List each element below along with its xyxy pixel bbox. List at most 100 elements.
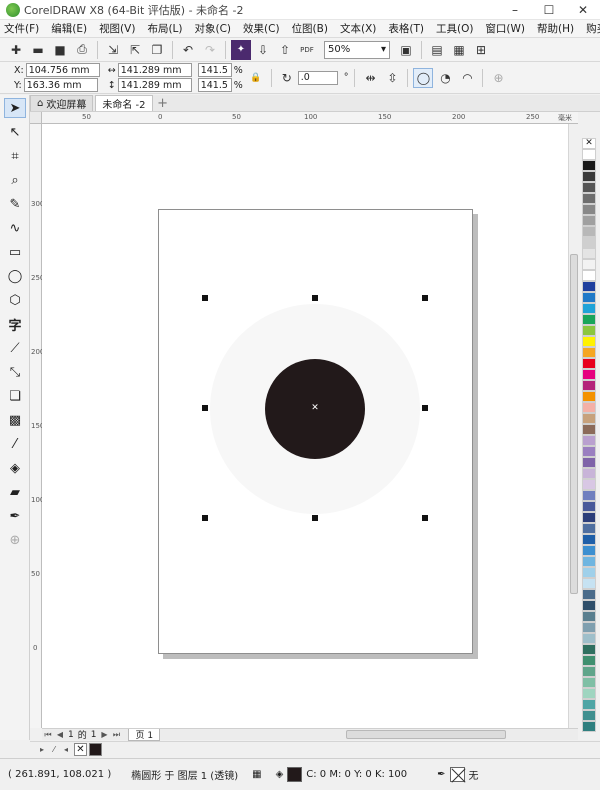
palette-swatch[interactable]	[582, 589, 596, 600]
menu-layout[interactable]: 布局(L)	[143, 21, 186, 36]
menu-edit[interactable]: 编辑(E)	[47, 21, 91, 36]
palette-swatch[interactable]	[582, 534, 596, 545]
palette-swatch[interactable]	[582, 545, 596, 556]
selection-handle-top[interactable]	[312, 295, 318, 301]
palette-swatch[interactable]	[582, 336, 596, 347]
palette-swatch[interactable]	[582, 633, 596, 644]
palette-swatch[interactable]	[582, 402, 596, 413]
tab-welcome[interactable]: ⌂ 欢迎屏幕	[30, 95, 94, 111]
menu-buy[interactable]: 购买	[582, 21, 600, 36]
palette-swatch[interactable]	[582, 314, 596, 325]
palette-swatch[interactable]	[582, 721, 596, 732]
connector-tool-icon[interactable]: ⤡	[4, 362, 26, 382]
export-icon[interactable]: ⇱	[125, 40, 145, 60]
palette-swatch[interactable]	[582, 644, 596, 655]
pie-mode-icon[interactable]: ◔	[435, 68, 455, 88]
smart-fill-tool-icon[interactable]: ▰	[4, 482, 26, 502]
drop-shadow-tool-icon[interactable]: ❏	[4, 386, 26, 406]
undo-icon[interactable]: ↶	[178, 40, 198, 60]
palette-swatch[interactable]	[582, 270, 596, 281]
outline-pen-tool-icon[interactable]: ✒	[4, 506, 26, 526]
palette-swatch[interactable]	[582, 292, 596, 303]
palette-swatch[interactable]	[582, 149, 596, 160]
palette-swatch[interactable]	[582, 369, 596, 380]
palette-swatch[interactable]	[582, 446, 596, 457]
show-grid-icon[interactable]: ▦	[449, 40, 469, 60]
rotation-input[interactable]: .0	[297, 70, 338, 85]
selection-handle-left[interactable]	[202, 405, 208, 411]
palette-swatch[interactable]	[582, 479, 596, 490]
new-icon[interactable]: ✚	[6, 40, 26, 60]
import-icon[interactable]: ⇩	[253, 40, 273, 60]
y-position-input[interactable]: 163.36 mm	[23, 78, 98, 92]
rotation-center-icon[interactable]: ✕	[310, 403, 320, 413]
mirror-horizontal-icon[interactable]: ⇹	[360, 68, 380, 88]
palette-options-icon[interactable]: ◂	[60, 745, 72, 755]
selection-handle-bottom[interactable]	[312, 515, 318, 521]
width-input[interactable]: 141.289 mm	[117, 63, 192, 77]
menu-table[interactable]: 表格(T)	[384, 21, 428, 36]
ellipse-mode-icon[interactable]: ◯	[413, 67, 434, 88]
palette-swatch[interactable]	[582, 578, 596, 589]
palette-swatch[interactable]	[582, 303, 596, 314]
palette-swatch[interactable]	[582, 413, 596, 424]
palette-swatch[interactable]	[582, 226, 596, 237]
horizontal-ruler[interactable]: 50 0 50 100 150 200 250 毫米	[42, 112, 578, 124]
palette-swatch[interactable]	[582, 325, 596, 336]
mirror-vertical-icon[interactable]: ⇳	[382, 68, 402, 88]
export-icon[interactable]: ⇧	[275, 40, 295, 60]
fill-color-swatch[interactable]	[287, 767, 303, 782]
add-icon[interactable]: ⊕	[488, 68, 508, 88]
palette-swatch[interactable]	[582, 259, 596, 270]
tab-document[interactable]: 未命名 -2	[95, 95, 153, 111]
add-tool-icon[interactable]: ⊕	[4, 530, 26, 550]
artistic-media-tool-icon[interactable]: ∿	[4, 218, 26, 238]
crop-tool-icon[interactable]: ⌗	[4, 146, 26, 166]
palette-swatch[interactable]	[582, 490, 596, 501]
fullscreen-icon[interactable]: ▣	[396, 40, 416, 60]
palette-swatch[interactable]	[582, 160, 596, 171]
doc-black-swatch[interactable]	[89, 743, 102, 756]
selection-handle-top-right[interactable]	[422, 295, 428, 301]
palette-swatch[interactable]	[582, 215, 596, 226]
scale-width-input[interactable]: 141.5	[197, 63, 232, 77]
page-tab-1[interactable]: 页 1	[128, 728, 161, 741]
menu-help[interactable]: 帮助(H)	[533, 21, 578, 36]
copy-icon[interactable]: ❐	[147, 40, 167, 60]
zoom-tool-icon[interactable]: ⌕	[4, 170, 26, 190]
menu-effects[interactable]: 效果(C)	[239, 21, 284, 36]
no-color-swatch[interactable]: ✕	[582, 138, 596, 149]
palette-swatch[interactable]	[582, 567, 596, 578]
palette-swatch[interactable]	[582, 600, 596, 611]
height-input[interactable]: 141.289 mm	[117, 78, 192, 92]
ellipse-tool-icon[interactable]: ◯	[4, 266, 26, 286]
close-button[interactable]: ✕	[566, 0, 600, 20]
vertical-scroll-thumb[interactable]	[570, 254, 578, 594]
palette-swatch[interactable]	[582, 171, 596, 182]
menu-view[interactable]: 视图(V)	[95, 21, 139, 36]
polygon-tool-icon[interactable]: ⬡	[4, 290, 26, 310]
show-rulers-icon[interactable]: ▤	[427, 40, 447, 60]
palette-swatch[interactable]	[582, 622, 596, 633]
palette-swatch[interactable]	[582, 655, 596, 666]
palette-swatch[interactable]	[582, 380, 596, 391]
redo-icon[interactable]: ↷	[200, 40, 220, 60]
palette-swatch[interactable]	[582, 347, 596, 358]
palette-swatch[interactable]	[582, 193, 596, 204]
interactive-fill-tool-icon[interactable]: ◈	[4, 458, 26, 478]
zoom-select[interactable]: 50% ▾	[324, 40, 390, 59]
pick-tool-icon[interactable]: ➤	[4, 98, 26, 118]
palette-swatch[interactable]	[582, 556, 596, 567]
palette-swatch[interactable]	[582, 457, 596, 468]
menu-bitmaps[interactable]: 位图(B)	[288, 21, 332, 36]
save-icon[interactable]: ■	[50, 40, 70, 60]
horizontal-scrollbar[interactable]	[346, 730, 507, 739]
doc-no-color-swatch[interactable]: ✕	[74, 743, 87, 756]
selection-handle-top-left[interactable]	[202, 295, 208, 301]
eyedropper-tool-icon[interactable]: ⁄	[4, 434, 26, 454]
freehand-tool-icon[interactable]: ✎	[4, 194, 26, 214]
next-page-icon[interactable]: ▶	[98, 730, 110, 740]
menu-text[interactable]: 文本(X)	[336, 21, 380, 36]
arc-mode-icon[interactable]: ◠	[457, 68, 477, 88]
shape-tool-icon[interactable]: ↖	[4, 122, 26, 142]
